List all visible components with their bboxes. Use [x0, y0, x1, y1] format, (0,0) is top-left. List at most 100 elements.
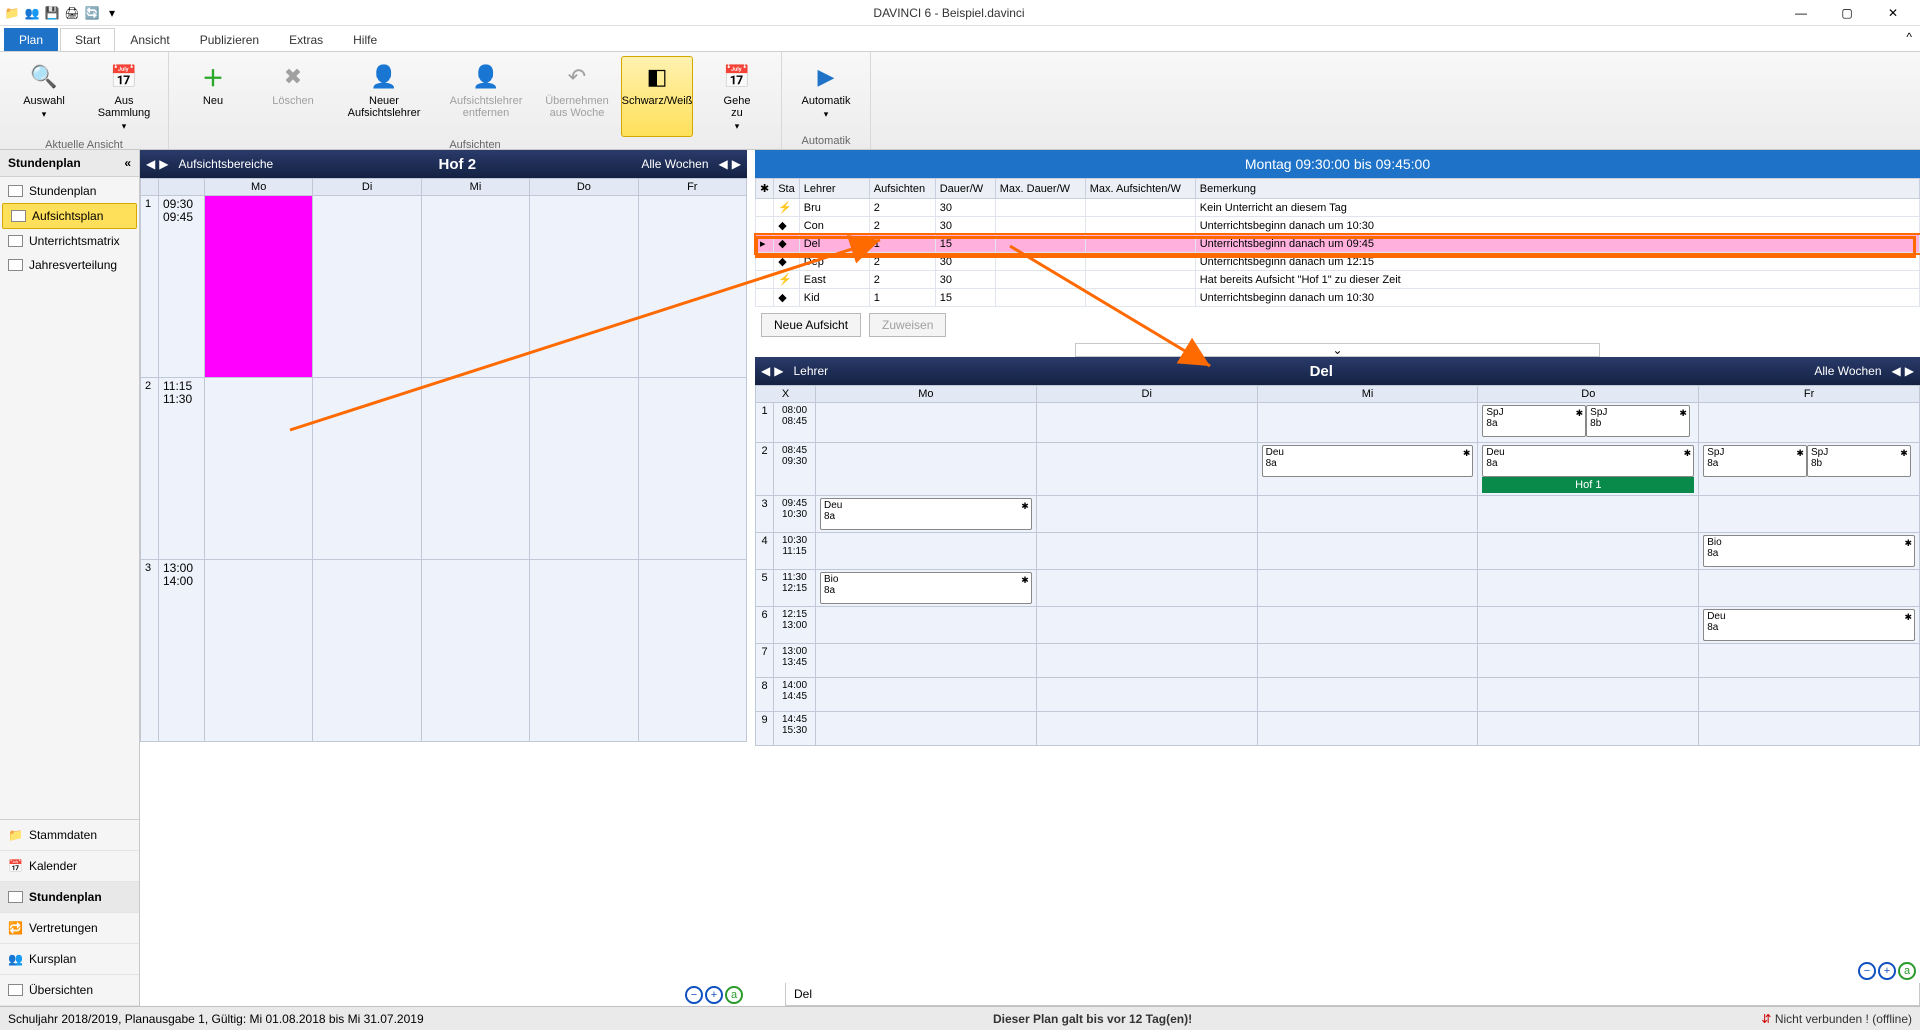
hof-block[interactable]: Hof 1 — [1482, 477, 1694, 493]
zoom-in-icon[interactable]: + — [705, 986, 723, 1004]
lesson-block[interactable]: Deu✱8a — [1262, 445, 1474, 477]
lesson-block[interactable]: SpJ✱8b — [1586, 405, 1690, 437]
teacher-table[interactable]: ✱ Sta Lehrer Aufsichten Dauer/W Max. Dau… — [755, 178, 1920, 307]
play-icon: ▶ — [810, 61, 842, 93]
plan-row[interactable]: 410:3011:15Bio✱8a — [756, 533, 1920, 570]
minimize-button[interactable]: — — [1778, 0, 1824, 26]
teacher-tab[interactable]: Del — [785, 983, 1920, 1006]
status-right: ⇵ Nicht verbunden ! (offline) — [1761, 1012, 1912, 1026]
nav-stammdaten[interactable]: 📁Stammdaten — [0, 820, 139, 851]
lesson-block[interactable]: SpJ✱8a — [1482, 405, 1586, 437]
qat-dropdown-icon[interactable]: ▾ — [104, 5, 120, 21]
chevron-left-icon[interactable]: « — [124, 156, 131, 170]
prev-week2-icon[interactable]: ◀ — [1890, 364, 1903, 378]
selected-slot[interactable] — [205, 196, 313, 378]
maximize-button[interactable]: ▢ — [1824, 0, 1870, 26]
lesson-block[interactable]: SpJ✱8b — [1807, 445, 1911, 477]
prev-teacher-icon[interactable]: ◀ — [759, 364, 772, 378]
nav-stundenplan[interactable]: Stundenplan — [0, 179, 139, 203]
loeschen-button[interactable]: ✖Löschen — [257, 56, 329, 137]
zoom-fit-icon[interactable]: a — [725, 986, 743, 1004]
lesson-block[interactable]: Bio✱8a — [1703, 535, 1915, 567]
qat-refresh-icon[interactable]: 🔄 — [84, 5, 100, 21]
plan-row[interactable]: 208:4509:30Deu✱8aDeu✱8aHof 1SpJ✱8aSpJ✱8b — [756, 443, 1920, 496]
right-panel: Montag 09:30:00 bis 09:45:00 ✱ Sta Lehre… — [755, 150, 1920, 1006]
tab-hilfe[interactable]: Hilfe — [338, 28, 392, 51]
qat-save-icon[interactable]: 💾 — [44, 5, 60, 21]
gehe-zu-button[interactable]: 📅Gehe zu▾ — [701, 56, 773, 137]
zoom-out-icon[interactable]: − — [685, 986, 703, 1004]
neue-aufsicht-button[interactable]: Neue Aufsicht — [761, 313, 861, 337]
tab-start[interactable]: Start — [60, 28, 115, 51]
lesson-block[interactable]: SpJ✱8a — [1703, 445, 1807, 477]
teacher-row[interactable]: ◆Dep230Unterrichtsbeginn danach um 12:15 — [756, 253, 1920, 271]
plus-icon: ＋ — [197, 61, 229, 93]
collapse-handle[interactable]: ⌄ — [1075, 343, 1600, 357]
lesson-block[interactable]: Bio✱8a — [820, 572, 1032, 604]
nav-stundenplan-bottom[interactable]: Stundenplan — [0, 882, 139, 913]
left-navigation: Stundenplan « Stundenplan Aufsichtsplan U… — [0, 150, 140, 1006]
uebernehmen-button[interactable]: ↶Übernehmen aus Woche — [541, 56, 613, 137]
auswahl-button[interactable]: 🔍Auswahl▾ — [8, 56, 80, 137]
next-teacher-icon[interactable]: ▶ — [772, 364, 785, 378]
plan-row[interactable]: 108:0008:45SpJ✱8aSpJ✱8b — [756, 403, 1920, 443]
nav-kursplan[interactable]: 👥Kursplan — [0, 944, 139, 975]
zoom-in2-icon[interactable]: + — [1878, 962, 1896, 980]
prev-area-icon[interactable]: ◀ — [144, 157, 157, 171]
teacher-row[interactable]: ⚡East230Hat bereits Aufsicht "Hof 1" zu … — [756, 271, 1920, 289]
neu-button[interactable]: ＋Neu — [177, 56, 249, 137]
lesson-block[interactable]: Deu✱8a — [1703, 609, 1915, 641]
next-area-icon[interactable]: ▶ — [157, 157, 170, 171]
teacher-row[interactable]: ◆Kid115Unterrichtsbeginn danach um 10:30 — [756, 289, 1920, 307]
grid-icon — [11, 210, 26, 222]
schwarz-weiss-button[interactable]: ◧Schwarz/Weiß — [621, 56, 693, 137]
ribbon-collapse-icon[interactable]: ^ — [1906, 30, 1912, 44]
plan-row[interactable]: 814:0014:45 — [756, 678, 1920, 712]
nav-kalender[interactable]: 📅Kalender — [0, 851, 139, 882]
plan-row[interactable]: 713:0013:45 — [756, 644, 1920, 678]
neuer-aufsichtslehrer-button[interactable]: 👤Neuer Aufsichtslehrer — [337, 56, 431, 137]
nav-jahresverteilung[interactable]: Jahresverteilung — [0, 253, 139, 277]
plan-row[interactable]: 511:3012:15Bio✱8a — [756, 570, 1920, 607]
qat-icon-2[interactable]: 👥 — [24, 5, 40, 21]
teacher-row[interactable]: ▸◆Del115Unterrichtsbeginn danach um 09:4… — [756, 235, 1920, 253]
next-week-icon[interactable]: ▶ — [730, 157, 743, 171]
teacher-row[interactable]: ◆Con230Unterrichtsbeginn danach um 10:30 — [756, 217, 1920, 235]
goto-icon: 📅 — [721, 61, 753, 93]
next-week2-icon[interactable]: ▶ — [1903, 364, 1916, 378]
teacher-plan-grid[interactable]: X MoDiMiDoFr 108:0008:45SpJ✱8aSpJ✱8b208:… — [755, 385, 1920, 746]
statusbar: Schuljahr 2018/2019, Planausgabe 1, Gült… — [0, 1006, 1920, 1030]
titlebar: 📁 👥 💾 🖨 🔄 ▾ DAVINCI 6 - Beispiel.davinci… — [0, 0, 1920, 26]
automatik-button[interactable]: ▶Automatik▾ — [790, 56, 862, 133]
people-icon: 👥 — [8, 952, 23, 966]
qat-icon-1[interactable]: 📁 — [4, 5, 20, 21]
tab-plan[interactable]: Plan — [4, 28, 58, 51]
tab-publizieren[interactable]: Publizieren — [185, 28, 274, 51]
tab-extras[interactable]: Extras — [274, 28, 338, 51]
quick-access-toolbar: 📁 👥 💾 🖨 🔄 ▾ — [4, 5, 120, 21]
nav-uebersichten[interactable]: Übersichten — [0, 975, 139, 1006]
plan-row[interactable]: 309:4510:30Deu✱8a — [756, 496, 1920, 533]
teacher-row[interactable]: ⚡Bru230Kein Unterricht an diesem Tag — [756, 199, 1920, 217]
aufsichts-panel: ◀▶ Aufsichtsbereiche Hof 2 Alle Wochen ◀… — [140, 150, 755, 1006]
nav-unterrichtsmatrix[interactable]: Unterrichtsmatrix — [0, 229, 139, 253]
zoom-out2-icon[interactable]: − — [1858, 962, 1876, 980]
plan-row[interactable]: 612:1513:00Deu✱8a — [756, 607, 1920, 644]
zuweisen-button[interactable]: Zuweisen — [869, 313, 946, 337]
zoom-fit2-icon[interactable]: a — [1898, 962, 1916, 980]
nav-vertretungen[interactable]: 🔁Vertretungen — [0, 913, 139, 944]
ribbon-tabs: Plan Start Ansicht Publizieren Extras Hi… — [0, 26, 1920, 52]
prev-week-icon[interactable]: ◀ — [717, 157, 730, 171]
ribbon-group-automatik: ▶Automatik▾ Automatik — [782, 52, 871, 149]
lesson-block[interactable]: Deu✱8a — [1482, 445, 1694, 477]
close-button[interactable]: ✕ — [1870, 0, 1916, 26]
tab-ansicht[interactable]: Ansicht — [115, 28, 184, 51]
qat-print-icon[interactable]: 🖨 — [64, 5, 80, 21]
aus-sammlung-button[interactable]: 📅Aus Sammlung▾ — [88, 56, 160, 137]
aufsichts-grid[interactable]: MoDiMiDoFr 109:3009:45 211:1511:30 313:0… — [140, 178, 747, 742]
lesson-block[interactable]: Deu✱8a — [820, 498, 1032, 530]
aufsichtslehrer-entfernen-button[interactable]: 👤Aufsichtslehrer entfernen — [439, 56, 533, 137]
nav-aufsichtsplan[interactable]: Aufsichtsplan — [2, 203, 137, 229]
ribbon-group-aufsichten: ＋Neu ✖Löschen 👤Neuer Aufsichtslehrer 👤Au… — [169, 52, 782, 149]
plan-row[interactable]: 914:4515:30 — [756, 712, 1920, 746]
